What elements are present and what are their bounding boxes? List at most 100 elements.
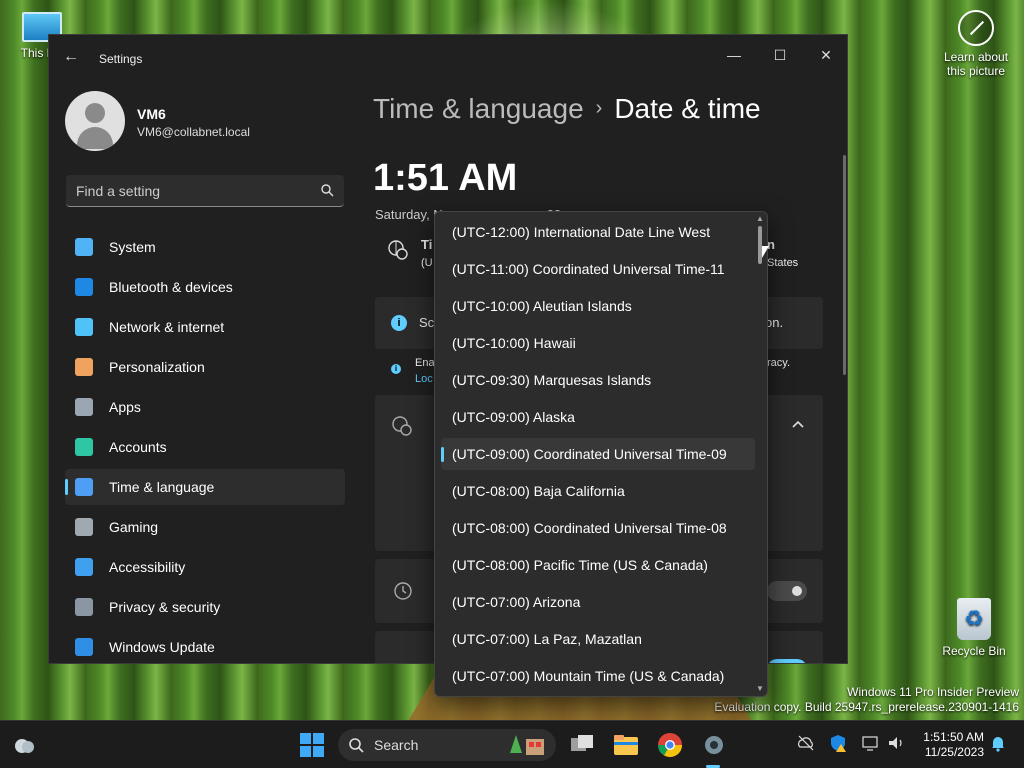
page-title: Date & time — [614, 93, 761, 124]
timezone-option-label: (UTC-11:00) Coordinated Universal Time-1… — [452, 261, 725, 277]
sidebar-item-accounts[interactable]: Accounts — [65, 429, 345, 465]
cloud-offline-icon[interactable] — [796, 733, 816, 753]
timezone-option[interactable]: (UTC-07:00) Mountain Time (US & Canada) — [441, 660, 755, 692]
taskbar-search[interactable]: Search — [338, 729, 556, 761]
settings-gear-icon[interactable] — [700, 731, 728, 759]
dst-toggle[interactable] — [767, 581, 807, 601]
search-highlight-icon — [510, 735, 544, 755]
sidebar-item-label: Personalization — [109, 359, 205, 375]
sidebar-apps-icon — [75, 398, 93, 416]
timezone-option[interactable]: (UTC-09:00) Alaska — [441, 401, 755, 433]
start-icon[interactable] — [298, 731, 326, 759]
current-date-start: Saturday, N — [375, 207, 443, 222]
clock-time: 1:51:50 AM — [923, 730, 984, 744]
sidebar-item-label: Windows Update — [109, 639, 215, 655]
volume-icon[interactable] — [886, 733, 906, 753]
avatar-body — [77, 127, 113, 149]
timezone-option-label: (UTC-08:00) Coordinated Universal Time-0… — [452, 520, 727, 536]
timezone-option[interactable]: (UTC-07:00) Arizona — [441, 586, 755, 618]
clock-icon — [394, 582, 412, 600]
next-setting-toggle[interactable] — [767, 659, 807, 663]
sidebar-nav: System Bluetooth & devices Network & inter… — [65, 229, 345, 663]
timezone-option[interactable]: (UTC-08:00) Baja California — [441, 475, 755, 507]
avatar[interactable] — [65, 91, 125, 151]
timezone-option-label: (UTC-09:00) Coordinated Universal Time-0… — [452, 446, 727, 462]
timezone-option[interactable]: (UTC-11:00) Coordinated Universal Time-1… — [441, 253, 755, 285]
sidebar-item-label: Bluetooth & devices — [109, 279, 233, 295]
sidebar-item-personalization[interactable]: Personalization — [65, 349, 345, 385]
sidebar-item-accessibility[interactable]: Accessibility — [65, 549, 345, 585]
maximize-button[interactable]: ☐ — [757, 41, 803, 69]
timezone-dropdown[interactable]: ▲ ▼ (UTC-12:00) International Date Line … — [434, 211, 768, 697]
sidebar-item-label: Accessibility — [109, 559, 186, 575]
breadcrumb: Time & language › Date & time — [373, 93, 761, 125]
sidebar-item-windows-update[interactable]: Windows Update — [65, 629, 345, 663]
task-view-icon[interactable] — [568, 731, 596, 759]
close-button[interactable]: ✕ — [803, 41, 847, 69]
sidebar-item-privacy-security[interactable]: Privacy & security — [65, 589, 345, 625]
timezone-option-label: (UTC-10:00) Hawaii — [452, 335, 576, 351]
system-clock[interactable]: 1:51:50 AM 11/25/2023 — [912, 730, 984, 760]
search-input[interactable] — [76, 182, 306, 200]
learn-label-line2: this picture — [946, 64, 1006, 78]
timezone-option[interactable]: (UTC-08:00) Coordinated Universal Time-0… — [441, 512, 755, 544]
sidebar-item-label: Time & language — [109, 479, 215, 495]
learn-about-picture[interactable]: Learn about this picture — [936, 10, 1016, 78]
sidebar-item-network-internet[interactable]: Network & internet — [65, 309, 345, 345]
title-bar[interactable]: ← Settings — ☐ ✕ — [49, 35, 847, 81]
timezone-option-label: (UTC-08:00) Baja California — [452, 483, 625, 499]
clock-date: 11/25/2023 — [924, 745, 984, 759]
search-icon[interactable] — [320, 183, 334, 197]
timezone-option[interactable]: (UTC-08:00) Pacific Time (US & Canada) — [441, 549, 755, 581]
sidebar-item-gaming[interactable]: Gaming — [65, 509, 345, 545]
sidebar-personalization-icon — [75, 358, 93, 376]
network-icon[interactable] — [860, 733, 880, 753]
taskbar-search-label: Search — [374, 737, 419, 753]
chrome-icon[interactable] — [656, 731, 684, 759]
timezone-option[interactable]: (UTC-09:00) Coordinated Universal Time-0… — [441, 438, 755, 470]
notification-bell-icon[interactable] — [988, 733, 1008, 753]
timezone-option[interactable]: (UTC-09:30) Marquesas Islands — [441, 364, 755, 396]
sidebar-item-bluetooth-devices[interactable]: Bluetooth & devices — [65, 269, 345, 305]
sidebar-item-system[interactable]: System — [65, 229, 345, 265]
timezone-option[interactable]: (UTC-12:00) International Date Line West — [441, 216, 755, 248]
sidebar-bluetooth-devices-icon — [75, 278, 93, 296]
timezone-option-label: (UTC-07:00) Mountain Time (US & Canada) — [452, 668, 725, 684]
breadcrumb-separator: › — [595, 97, 603, 119]
timezone-option[interactable]: (UTC-07:00) La Paz, Mazatlan — [441, 623, 755, 655]
minimize-button[interactable]: — — [711, 41, 757, 69]
camera-icon — [958, 10, 994, 46]
location-link-fragment[interactable]: Loc — [415, 373, 433, 385]
content-scrollbar[interactable] — [843, 155, 846, 375]
profile-email: VM6@collabnet.local — [137, 125, 250, 139]
security-warning-icon[interactable] — [828, 733, 848, 753]
timezone-option[interactable]: (UTC-10:00) Aleutian Islands — [441, 290, 755, 322]
recycle-bin-label: Recycle Bin — [942, 644, 1006, 658]
breadcrumb-parent[interactable]: Time & language — [373, 93, 584, 124]
sidebar-item-apps[interactable]: Apps — [65, 389, 345, 425]
timezone-value-fragment: (U — [421, 257, 433, 269]
weather-icon[interactable] — [10, 731, 38, 759]
scroll-down-arrow[interactable]: ▼ — [756, 684, 764, 693]
globe-clock-icon — [388, 240, 408, 260]
desktop-icon-recycle-bin[interactable]: ♻ Recycle Bin — [932, 598, 1016, 658]
info-icon: i — [391, 315, 407, 331]
timezone-option-label: (UTC-12:00) International Date Line West — [452, 224, 711, 240]
sidebar-item-time-language[interactable]: Time & language — [65, 469, 345, 505]
scroll-up-arrow[interactable]: ▲ — [756, 214, 764, 223]
dropdown-scrollbar-thumb[interactable] — [758, 226, 762, 264]
sidebar-privacy-security-icon — [75, 598, 93, 616]
learn-label-line1: Learn about — [943, 50, 1009, 64]
sidebar-network-internet-icon — [75, 318, 93, 336]
mouse-cursor — [762, 246, 769, 258]
timezone-option-label: (UTC-08:00) Pacific Time (US & Canada) — [452, 557, 708, 573]
timezone-option[interactable]: (UTC-10:00) Hawaii — [441, 327, 755, 359]
taskbar-search-icon — [349, 738, 364, 753]
notice-fragment: Sc — [419, 315, 435, 330]
back-arrow-icon[interactable]: ← — [63, 48, 83, 68]
file-explorer-icon[interactable] — [612, 731, 640, 759]
find-setting-box[interactable] — [66, 175, 344, 207]
chevron-up-icon[interactable] — [791, 419, 805, 429]
sidebar-item-label: Gaming — [109, 519, 159, 535]
timezone-label-fragment: Ti — [421, 237, 433, 252]
